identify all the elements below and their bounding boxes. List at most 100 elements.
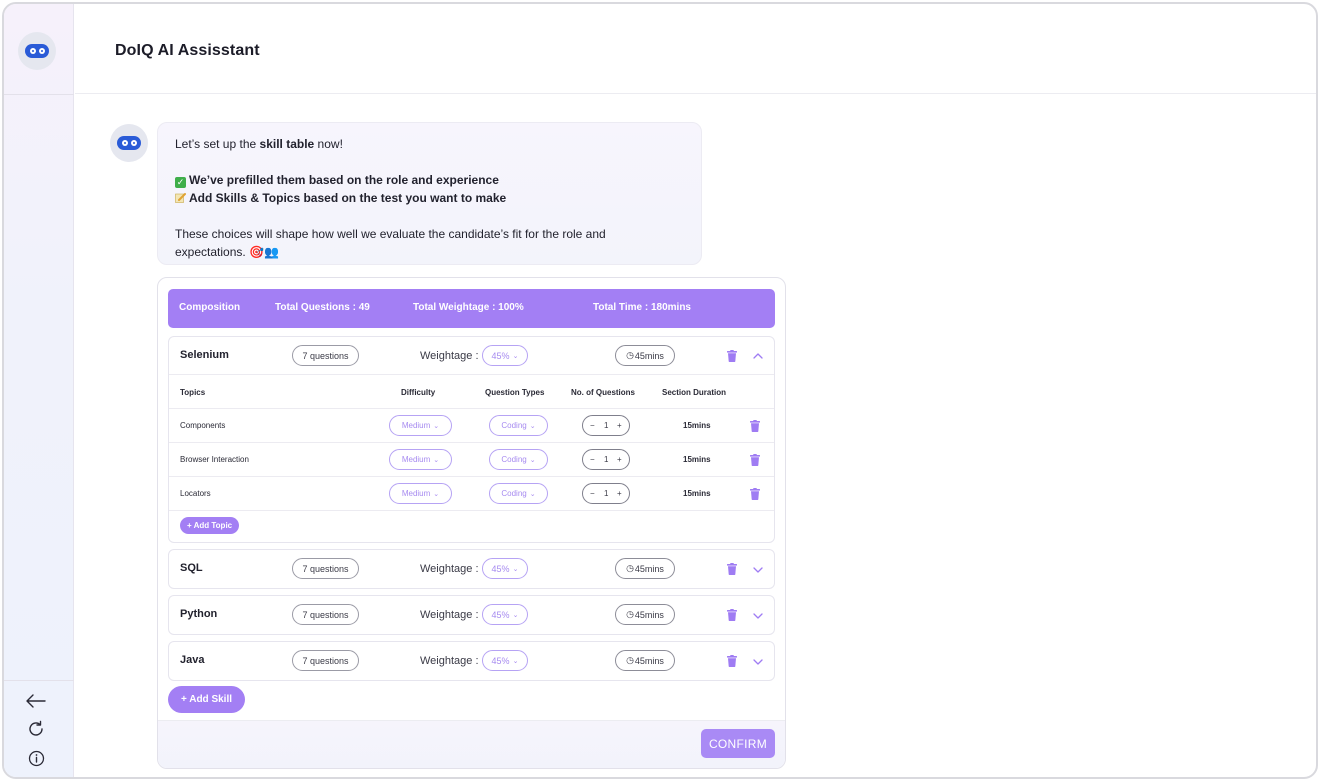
topic-name: Locators	[180, 489, 211, 498]
sidebar-divider	[4, 94, 74, 95]
topic-name: Components	[180, 421, 226, 430]
stepper-value: 1	[604, 421, 609, 430]
chevron-down-icon: ⌄	[529, 422, 536, 430]
decrement-button[interactable]: −	[590, 455, 595, 464]
delete-topic-button[interactable]	[750, 488, 760, 500]
chevron-down-icon: ⌄	[512, 611, 519, 619]
skill-section-selenium: Selenium 7 questions Weightage : 45% ⌄ ◷ 4…	[168, 336, 775, 543]
sidebar-divider	[4, 680, 74, 681]
increment-button[interactable]: +	[617, 489, 622, 498]
section-duration: 15mins	[683, 455, 711, 464]
decrement-button[interactable]: −	[590, 489, 595, 498]
memo-pencil-icon	[175, 190, 186, 203]
question-type-dropdown[interactable]: Coding ⌄	[489, 449, 548, 470]
skill-name: Java	[180, 654, 205, 666]
info-icon[interactable]	[25, 747, 47, 769]
chevron-down-icon: ⌄	[433, 456, 440, 464]
section-duration: 15mins	[683, 489, 711, 498]
page-title: DoIQ AI Assisstant	[115, 42, 260, 59]
time-badge: ◷ 45mins	[615, 345, 675, 366]
delete-skill-button[interactable]	[727, 655, 737, 667]
message-bullet-prefilled: ✓ We’ve prefilled them based on the role …	[175, 173, 499, 188]
collapse-chevron-up-icon[interactable]	[753, 352, 763, 360]
bot-logo-icon	[18, 32, 56, 70]
message-paragraph-line1: These choices will shape how well we eva…	[175, 227, 606, 241]
skill-section-sql: SQL 7 questions Weightage : 45% ⌄ ◷ 45mins	[168, 549, 775, 589]
message-bullet-add: Add Skills & Topics based on the test yo…	[175, 189, 684, 207]
expand-chevron-down-icon[interactable]	[753, 566, 763, 574]
header: DoIQ AI Assisstant	[75, 4, 1316, 94]
increment-button[interactable]: +	[617, 421, 622, 430]
chevron-down-icon: ⌄	[512, 565, 519, 573]
decrement-button[interactable]: −	[590, 421, 595, 430]
skill-section-python: Python 7 questions Weightage : 45% ⌄ ◷ 45m…	[168, 595, 775, 635]
total-time: Total Time : 180mins	[593, 302, 691, 313]
message-intro: Let’s set up the skill table now!	[175, 137, 343, 151]
weightage-label: Weightage :	[420, 563, 479, 575]
weightage-dropdown[interactable]: 45% ⌄	[482, 558, 528, 579]
app-window: DoIQ AI Assisstant Let’s set up the skil…	[2, 2, 1318, 779]
skill-header[interactable]: Selenium 7 questions Weightage : 45% ⌄ ◷ 4…	[169, 337, 774, 374]
weightage-dropdown[interactable]: 45% ⌄	[482, 650, 528, 671]
weightage-label: Weightage :	[420, 609, 479, 621]
clock-icon: ◷	[626, 350, 634, 360]
composition-summary: Composition Total Questions : 49 Total W…	[168, 289, 775, 328]
clock-icon: ◷	[626, 563, 634, 573]
delete-skill-button[interactable]	[727, 609, 737, 621]
question-count-badge: 7 questions	[292, 650, 359, 671]
difficulty-dropdown[interactable]: Medium ⌄	[389, 449, 452, 470]
delete-skill-button[interactable]	[727, 350, 737, 362]
difficulty-dropdown[interactable]: Medium ⌄	[389, 415, 452, 436]
expand-chevron-down-icon[interactable]	[753, 612, 763, 620]
chevron-down-icon: ⌄	[512, 352, 519, 360]
add-topic-button[interactable]: + Add Topic	[180, 517, 240, 534]
skill-name: Selenium	[180, 349, 229, 361]
refresh-icon[interactable]	[25, 718, 47, 740]
delete-topic-button[interactable]	[750, 454, 760, 466]
column-difficulty: Difficulty	[401, 388, 436, 397]
topic-name: Browser Interaction	[180, 455, 249, 464]
question-count-badge: 7 questions	[292, 345, 359, 366]
column-section-duration: Section Duration	[662, 388, 727, 397]
difficulty-dropdown[interactable]: Medium ⌄	[389, 483, 452, 504]
topic-row: Locators Medium ⌄ Coding ⌄ − 1 + 15mins	[169, 476, 774, 510]
assistant-avatar	[110, 124, 148, 162]
assistant-message: Let’s set up the skill table now! ✓ We’ve…	[157, 122, 702, 265]
time-badge: ◷ 45mins	[615, 650, 675, 671]
message-paragraph-line2: expectations. 🎯👥	[175, 245, 279, 259]
question-count-stepper: − 1 +	[582, 415, 630, 436]
skill-header[interactable]: Python 7 questions Weightage : 45% ⌄ ◷ 45m…	[169, 596, 774, 633]
weightage-dropdown[interactable]: 45% ⌄	[482, 345, 528, 366]
topic-row: Components Medium ⌄ Coding ⌄ − 1 + 15mins	[169, 408, 774, 442]
stepper-value: 1	[604, 455, 609, 464]
delete-skill-button[interactable]	[727, 563, 737, 575]
topic-row: Browser Interaction Medium ⌄ Coding ⌄ − 1 …	[169, 442, 774, 476]
skill-header[interactable]: SQL 7 questions Weightage : 45% ⌄ ◷ 45mins	[169, 550, 774, 587]
time-badge: ◷ 45mins	[615, 604, 675, 625]
weightage-dropdown[interactable]: 45% ⌄	[482, 604, 528, 625]
skill-header[interactable]: Java 7 questions Weightage : 45% ⌄ ◷ 45min…	[169, 642, 774, 679]
composition-label: Composition	[179, 302, 241, 313]
expand-chevron-down-icon[interactable]	[753, 658, 763, 666]
time-badge: ◷ 45mins	[615, 558, 675, 579]
confirm-button[interactable]: CONFIRM	[701, 729, 775, 758]
back-arrow-icon[interactable]	[25, 690, 47, 712]
bot-icon	[117, 136, 141, 150]
total-questions: Total Questions : 49	[275, 302, 370, 313]
chevron-down-icon: ⌄	[512, 657, 519, 665]
skill-section-java: Java 7 questions Weightage : 45% ⌄ ◷ 45min…	[168, 641, 775, 681]
chevron-down-icon: ⌄	[433, 490, 440, 498]
chevron-down-icon: ⌄	[529, 490, 536, 498]
question-count-badge: 7 questions	[292, 558, 359, 579]
skill-table-card: Composition Total Questions : 49 Total W…	[157, 277, 786, 769]
delete-topic-button[interactable]	[750, 420, 760, 432]
card-footer: CONFIRM	[158, 720, 785, 768]
column-question-types: Question Types	[485, 388, 545, 397]
chevron-down-icon: ⌄	[433, 422, 440, 430]
sidebar	[4, 4, 74, 777]
question-count-stepper: − 1 +	[582, 483, 630, 504]
question-type-dropdown[interactable]: Coding ⌄	[489, 415, 548, 436]
add-skill-button[interactable]: + Add Skill	[168, 686, 245, 713]
question-type-dropdown[interactable]: Coding ⌄	[489, 483, 548, 504]
increment-button[interactable]: +	[617, 455, 622, 464]
